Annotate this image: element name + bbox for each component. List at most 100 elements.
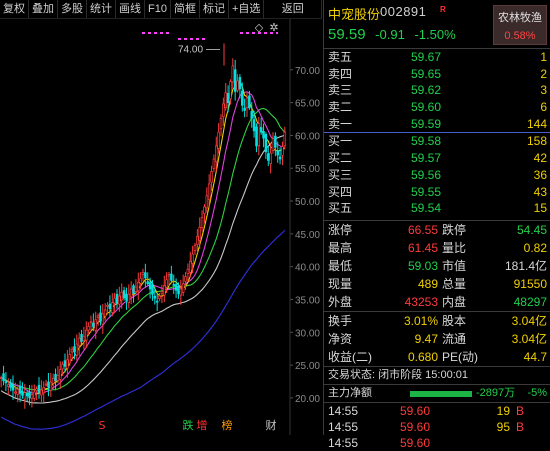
toolbar-back-button[interactable]: 返回 [264,0,322,18]
candle-body [28,391,31,399]
price-line: 59.59 -0.91 -1.50% [328,26,456,43]
candle-body [82,335,86,342]
bid-row[interactable]: 买三 59.56 36 [324,167,550,184]
stock-code: 002891 [380,4,427,19]
toolbar-overlay-button[interactable]: 叠加 [29,0,58,18]
stat-label: 股本 [442,313,467,328]
candle-body [85,329,88,341]
candle-body [94,319,97,331]
sector-box[interactable]: 农林牧渔 0.58% [493,5,547,45]
bid-row[interactable]: 买一 59.58 158 [324,133,550,150]
tick-list[interactable]: 14:55 59.60 19 B 14:55 59.60 95 B 14:55 59.60 [324,403,550,451]
candle-body [181,283,185,293]
candle-body [184,276,187,282]
toolbar-simple-frame-button[interactable]: 简框 [171,0,200,18]
candle-body [35,388,38,391]
candle-body [99,312,102,322]
candle-body [14,391,17,394]
candle-body [23,392,27,400]
toolbar-multi-stock-button[interactable]: 多股 [58,0,87,18]
bid-list: 买一 59.58 158 买二 59.57 42 买三 59.56 36 买四 59.55 43… [324,133,550,216]
stat-label: 净资 [328,331,353,346]
fund-flow-bar [410,390,472,397]
candle-body [210,171,213,183]
candle-body [245,97,249,108]
ask-row[interactable]: 卖三 59.62 3 [324,82,550,99]
sector-pct: 0.58% [504,30,536,42]
kline-chart[interactable]: 70.00 65.00 60.00 55.00 50.00 45.00 40.00 35.00… [0,19,322,435]
y-axis-label: 65.00 [295,99,320,110]
y-axis-label: 40.00 [295,263,320,274]
stat-label: 内盘 [442,294,467,309]
toolbar-fuquan-button[interactable]: 复权 [0,0,29,18]
ask-row[interactable]: 卖四 59.65 2 [324,66,550,83]
toolbar-f10-button[interactable]: F10 [145,0,171,18]
candle-body [179,288,183,296]
candle-body [222,103,225,118]
toolbar-stats-button[interactable]: 统计 [87,0,116,18]
candle-body [257,123,261,147]
toolbar-mark-button[interactable]: 标记 [200,0,229,18]
candle-body [37,384,41,393]
ask-label: 卖三 [328,83,353,98]
candle-body [238,77,242,90]
quote-stat-row: 收益(二) 0.680 PE(动) 44.7 [324,348,550,366]
peak-price-label: 74.00 [178,45,203,56]
candle-body [96,315,100,318]
candle-body [212,158,216,169]
bid-row[interactable]: 买四 59.55 43 [324,184,550,201]
candle-body [224,92,227,109]
current-price: 59.59 [328,26,366,43]
candle-body [262,130,265,139]
tick-flag: B [516,403,525,418]
main-fund-flow[interactable]: 主力净额 -2897万 -5% [324,385,550,402]
y-axis-label: 35.00 [295,295,320,306]
stat-value: 43253 [404,294,438,309]
stat-value: 66.55 [407,222,438,237]
stat-value: 489 [417,276,438,291]
toolbar-draw-line-button[interactable]: 画线 [116,0,145,18]
candle-body [252,119,256,132]
ask-row[interactable]: 卖二 59.60 6 [324,99,550,116]
candle-body [141,272,145,275]
price-change-pct: -1.50% [414,27,456,42]
y-axis-label: 45.00 [295,230,320,241]
stock-name[interactable]: 中宠股份 [328,4,380,23]
candle-body [172,284,175,286]
candle-body [9,382,12,388]
candle-body [165,279,168,288]
bid-row[interactable]: 买二 59.57 42 [324,150,550,167]
fund-flow-pct: -5% [527,386,547,399]
kline-chart-svg[interactable]: 70.00 65.00 60.00 55.00 50.00 45.00 40.00 35.00… [0,19,322,435]
candle-body [61,364,64,370]
ask-price: 59.59 [410,116,442,131]
tick-row: 14:55 59.60 19 B [324,403,550,419]
bid-row[interactable]: 买五 59.54 15 [324,200,550,217]
sector-name: 农林牧渔 [498,12,542,24]
ask-price: 59.60 [410,100,442,115]
candle-body [283,131,287,147]
bid-price: 59.56 [410,167,442,182]
candle-body [127,293,131,303]
candle-body [264,133,268,153]
toolbar-add-favorite-button[interactable]: +自选 [229,0,265,18]
candle-body [122,290,126,298]
stat-value: 3.04亿 [511,331,547,346]
stat-value: 61.45 [407,240,438,255]
tick-price: 59.60 [400,403,431,418]
stat-label: 最低 [328,258,353,273]
stat-label: PE(动) [442,349,479,364]
tick-flag: B [516,419,525,434]
candle-body [18,385,22,394]
candle-body [271,138,275,151]
chart-event-marker: S [99,419,106,432]
candle-body [174,284,178,291]
ask-row[interactable]: 卖一 59.59 144 [324,116,550,133]
quote-stat-row: 最低 59.03 市值 181.4亿 [324,257,550,275]
candle-body [267,153,270,161]
stat-value: 3.04亿 [511,313,547,328]
ask-row[interactable]: 卖五 59.67 1 [324,49,550,66]
ask-label: 卖四 [328,66,353,81]
y-axis-label: 20.00 [295,394,320,405]
candle-body [101,313,105,325]
